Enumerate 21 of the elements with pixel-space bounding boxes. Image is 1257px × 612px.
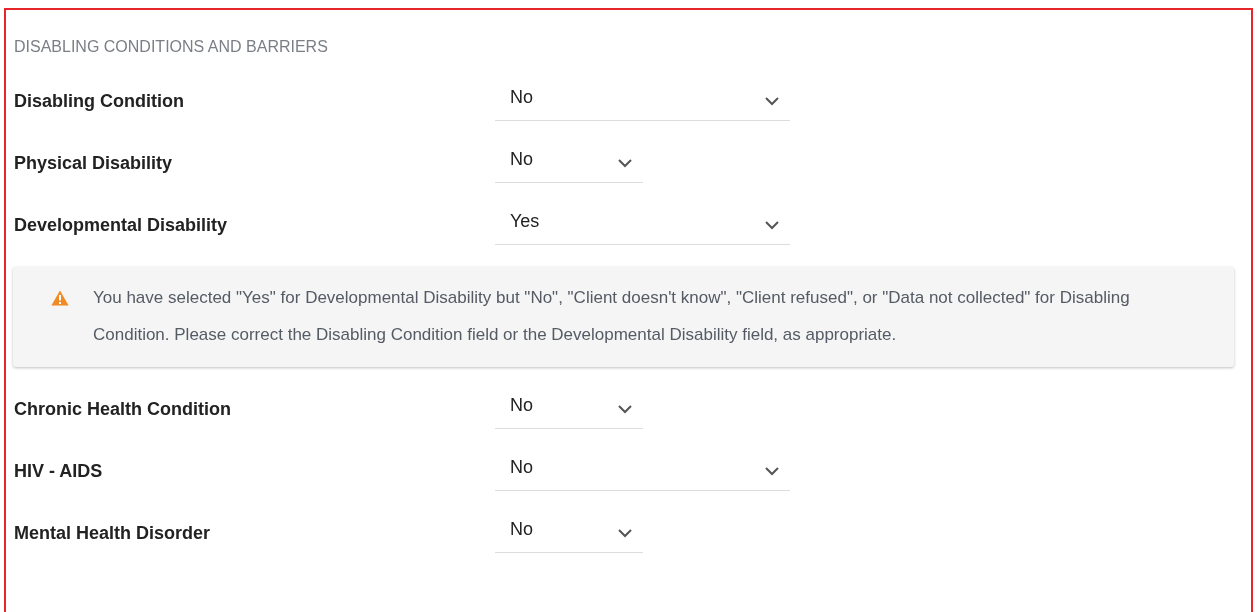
warning-message: You have selected "Yes" for Developmental Disability but "No", "Client doesn't know", "Client refused", or "Data not collected" for Disabling Condition. Please correct the Disabling Condition field or the Developmental Disability field, as appropriate.	[93, 287, 1131, 346]
warning-icon	[51, 290, 69, 306]
field-label: Chronic Health Condition	[14, 398, 232, 420]
dropdown-select[interactable]: Yes	[495, 205, 790, 245]
dropdown-select[interactable]: No	[495, 81, 790, 121]
section-heading: DISABLING CONDITIONS AND BARRIERS	[14, 38, 329, 56]
chevron-down-icon	[764, 466, 780, 476]
field-label: HIV - AIDS	[14, 460, 104, 482]
dropdown-select[interactable]: No	[495, 143, 643, 183]
chevron-down-icon	[617, 158, 633, 168]
field-label: Disabling Condition	[14, 90, 185, 112]
field-label: Developmental Disability	[14, 214, 229, 236]
field-label: Physical Disability	[14, 152, 174, 174]
chevron-down-icon	[764, 220, 780, 230]
dropdown-select[interactable]: No	[495, 389, 643, 429]
chevron-down-icon	[617, 404, 633, 414]
dropdown-select[interactable]: No	[495, 451, 790, 491]
field-label: Mental Health Disorder	[14, 522, 212, 544]
chevron-down-icon	[617, 528, 633, 538]
dropdown-select[interactable]: No	[495, 513, 643, 553]
chevron-down-icon	[764, 96, 780, 106]
